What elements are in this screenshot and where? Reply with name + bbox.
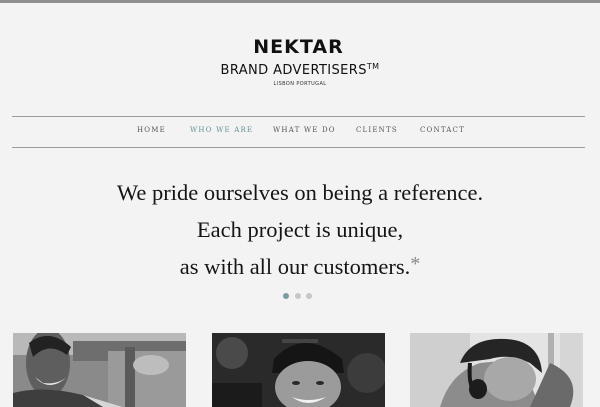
team-photo-man-in-beanie[interactable] — [212, 333, 385, 407]
team-photo-man-with-headphones[interactable] — [410, 333, 583, 407]
nav-item-what-we-do[interactable]: WHAT WE DO — [273, 126, 336, 134]
slider-dot-2[interactable] — [295, 293, 301, 299]
tagline-text: BRAND ADVERTISERS — [220, 63, 367, 78]
slider-dot-1[interactable] — [283, 293, 289, 299]
trademark-mark: TM — [366, 62, 380, 71]
logo[interactable]: NEKTAR BRAND ADVERTISERSTM LISBON PORTUG… — [0, 37, 600, 87]
hero-line-2: Each project is unique, — [196, 217, 404, 242]
nav-item-who-we-are[interactable]: WHO WE ARE — [190, 126, 253, 134]
brand-tagline: BRAND ADVERTISERSTM — [0, 59, 600, 79]
nav-item-home[interactable]: HOME — [137, 126, 166, 134]
smiling-man-image — [13, 333, 186, 407]
footnote-asterisk: * — [410, 253, 421, 275]
nav-item-clients[interactable]: CLIENTS — [356, 126, 398, 134]
hero-line-3-text: as with all our customers. — [179, 254, 411, 279]
main-navigation: HOME WHO WE ARE WHAT WE DO CLIENTS CONTA… — [12, 116, 585, 148]
brand-name: NEKTAR — [253, 36, 344, 58]
slider-dot-3[interactable] — [306, 293, 312, 299]
nav-item-contact[interactable]: CONTACT — [420, 126, 465, 134]
hero-line-3: as with all our customers.* — [0, 253, 600, 280]
team-photo-smiling-man[interactable] — [13, 333, 186, 407]
brand-location: LISBON PORTUGAL — [273, 81, 327, 87]
hero-line-1: We pride ourselves on being a reference. — [116, 180, 484, 205]
man-in-beanie-image — [212, 333, 385, 407]
man-with-headphones-image — [410, 333, 583, 407]
top-border — [0, 0, 600, 3]
